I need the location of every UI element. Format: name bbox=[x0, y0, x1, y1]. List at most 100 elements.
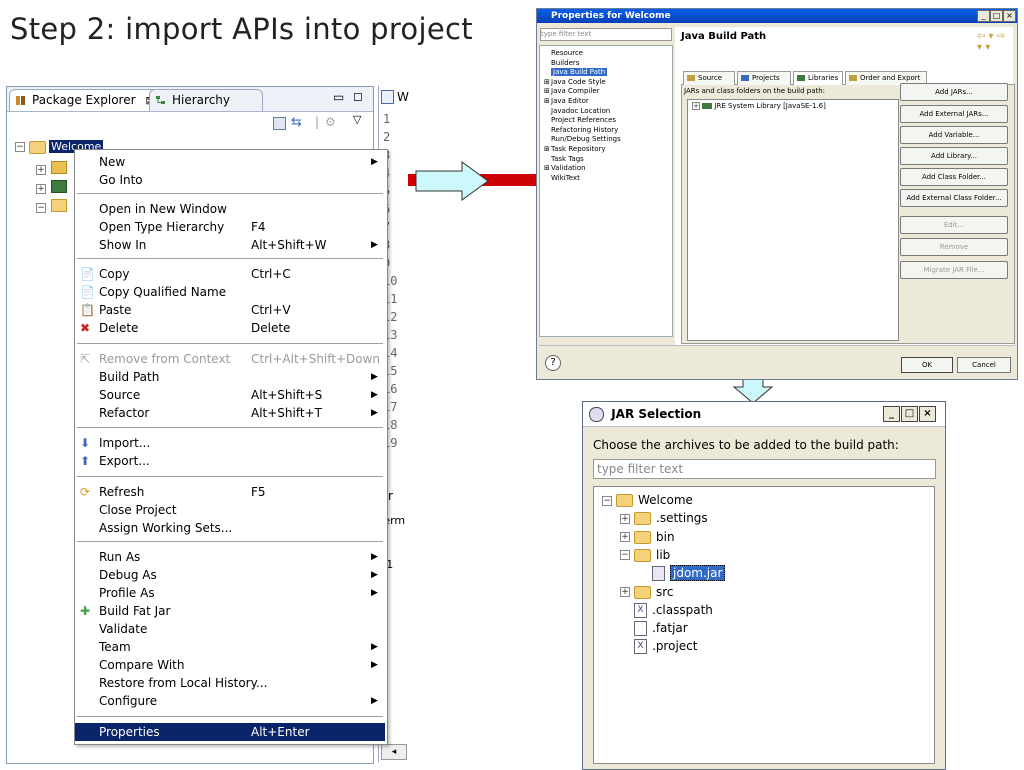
cancel-button[interactable]: Cancel bbox=[957, 357, 1011, 373]
menu-item-delete[interactable]: ✖ Delete Delete bbox=[75, 319, 385, 337]
build-path-list[interactable]: + JRE System Library [JavaSE-1.6] bbox=[687, 99, 899, 341]
ok-button[interactable]: OK bbox=[901, 357, 953, 373]
nav-item[interactable]: WikiText bbox=[544, 174, 580, 183]
expand-icon[interactable]: + bbox=[36, 163, 46, 176]
view-menu-icon[interactable]: ▽ bbox=[353, 113, 361, 126]
menu-item-go-into[interactable]: Go Into bbox=[75, 171, 385, 189]
menu-item-copy-qualified-name[interactable]: 📄 Copy Qualified Name bbox=[75, 283, 385, 301]
jar-tree-item-lib[interactable]: − lib bbox=[620, 546, 670, 564]
menu-item-profile-as[interactable]: Profile As ▶ bbox=[75, 584, 385, 602]
menu-item-build-path[interactable]: Build Path ▶ bbox=[75, 368, 385, 386]
jar-tree-item-src[interactable]: + src bbox=[620, 583, 674, 601]
tab-package-explorer[interactable]: Package Explorer ⊠ bbox=[9, 89, 161, 111]
nav-item[interactable]: Java Build Path bbox=[544, 68, 608, 77]
expand-icon[interactable]: ⊞ bbox=[544, 164, 551, 173]
menu-item-remove-from-context[interactable]: ⇱ Remove from Context Ctrl+Alt+Shift+Down bbox=[75, 350, 385, 368]
collapse-icon[interactable]: − bbox=[15, 142, 25, 152]
expand-icon[interactable]: + bbox=[620, 587, 630, 597]
jar-tree-item-jdom-jar[interactable]: jdom.jar bbox=[638, 564, 726, 582]
nav-item[interactable]: Task Tags bbox=[544, 155, 584, 164]
focus-task-icon[interactable]: ⚙ bbox=[325, 115, 336, 129]
nav-item[interactable]: Resource bbox=[544, 49, 583, 58]
nav-item[interactable]: Run/Debug Settings bbox=[544, 135, 621, 144]
menu-item-copy[interactable]: 📄 Copy Ctrl+C bbox=[75, 265, 385, 283]
collapse-icon[interactable]: − bbox=[36, 201, 46, 214]
expand-icon[interactable]: + bbox=[620, 532, 630, 543]
maximize-icon[interactable]: □ bbox=[990, 10, 1003, 22]
add-class-folder-button[interactable]: Add Class Folder... bbox=[900, 168, 1008, 186]
menu-item-close-project[interactable]: Close Project bbox=[75, 501, 385, 519]
expand-icon[interactable]: ⊞ bbox=[544, 97, 551, 106]
menu-item-restore-from-local-history[interactable]: Restore from Local History... bbox=[75, 674, 385, 692]
link-with-editor-icon[interactable]: ⇆ bbox=[291, 115, 302, 130]
menu-item-refactor[interactable]: Refactor Alt+Shift+T ▶ bbox=[75, 404, 385, 422]
menu-item-export[interactable]: ⬆ Export... bbox=[75, 452, 385, 470]
add-external-jars-button[interactable]: Add External JARs... bbox=[900, 105, 1008, 123]
menu-item-import[interactable]: ⬇ Import... bbox=[75, 434, 385, 452]
help-icon[interactable]: ? bbox=[545, 355, 561, 371]
menu-item-source[interactable]: Source Alt+Shift+S ▶ bbox=[75, 386, 385, 404]
nav-item[interactable]: ⊞Java Editor bbox=[544, 97, 589, 106]
add-variable-button[interactable]: Add Variable... bbox=[900, 126, 1008, 144]
scroll-left-button[interactable]: ◂ bbox=[381, 744, 407, 760]
editor-tab-label[interactable]: W bbox=[397, 90, 409, 104]
add-library-button[interactable]: Add Library... bbox=[900, 147, 1008, 165]
properties-filter-input[interactable]: type filter text bbox=[540, 28, 672, 41]
expand-icon[interactable]: ⊞ bbox=[544, 145, 551, 154]
menu-item-run-as[interactable]: Run As ▶ bbox=[75, 548, 385, 566]
jar-tree[interactable]: − Welcome + .settings + bin − lib jdom.jar + src X.… bbox=[593, 486, 935, 764]
nav-item[interactable]: ⊞Java Code Style bbox=[544, 78, 606, 87]
menu-item-open-type-hierarchy[interactable]: Open Type Hierarchy F4 bbox=[75, 218, 385, 236]
collapse-icon[interactable]: − bbox=[620, 550, 630, 561]
minimize-icon[interactable]: _ bbox=[883, 406, 900, 422]
tab-projects[interactable]: Projects bbox=[737, 71, 791, 85]
remove-button[interactable]: Remove bbox=[900, 238, 1008, 256]
menu-item-show-in[interactable]: Show In Alt+Shift+W ▶ bbox=[75, 236, 385, 254]
expand-icon[interactable]: + bbox=[36, 182, 46, 195]
menu-item-open-in-new-window[interactable]: Open in New Window bbox=[75, 200, 385, 218]
menu-item-new[interactable]: New ▶ bbox=[75, 153, 385, 171]
nav-item[interactable]: ⊞Java Compiler bbox=[544, 87, 600, 96]
close-icon[interactable]: × bbox=[919, 406, 936, 422]
maximize-view-icon[interactable]: ◻ bbox=[353, 89, 363, 103]
nav-item[interactable]: Builders bbox=[544, 59, 579, 68]
edit-button[interactable]: Edit... bbox=[900, 216, 1008, 234]
jar-filter-input[interactable]: type filter text bbox=[593, 459, 936, 479]
menu-item-properties[interactable]: Properties Alt+Enter bbox=[75, 723, 385, 741]
menu-item-team[interactable]: Team ▶ bbox=[75, 638, 385, 656]
nav-back-forward-icon[interactable]: ⇦ ▾ ⇨ ▾ ▾ bbox=[977, 31, 1013, 53]
tab-hierarchy[interactable]: Hierarchy bbox=[149, 89, 263, 111]
jar-tree-item-classpath[interactable]: X .classpath bbox=[620, 601, 713, 619]
nav-item[interactable]: ⊞Task Repository bbox=[544, 145, 606, 154]
tab-source[interactable]: Source bbox=[683, 71, 735, 85]
build-path-entry[interactable]: + JRE System Library [JavaSE-1.6] bbox=[692, 102, 826, 110]
menu-item-compare-with[interactable]: Compare With ▶ bbox=[75, 656, 385, 674]
maximize-icon[interactable]: □ bbox=[901, 406, 918, 422]
jar-tree-item-project[interactable]: X .project bbox=[620, 637, 697, 655]
jar-tree-item-settings[interactable]: + .settings bbox=[620, 509, 708, 527]
minimize-icon[interactable]: _ bbox=[977, 10, 990, 22]
close-icon[interactable]: × bbox=[1003, 10, 1016, 22]
jar-tree-item-bin[interactable]: + bin bbox=[620, 528, 675, 546]
add-external-class-folder-button[interactable]: Add External Class Folder... bbox=[900, 189, 1008, 207]
menu-item-configure[interactable]: Configure ▶ bbox=[75, 692, 385, 710]
add-jars-button[interactable]: Add JARs... bbox=[900, 83, 1008, 101]
menu-item-build-fat-jar[interactable]: ✚ Build Fat Jar bbox=[75, 602, 385, 620]
nav-item[interactable]: Refactoring History bbox=[544, 126, 618, 135]
nav-item[interactable]: Project References bbox=[544, 116, 616, 125]
expand-icon[interactable]: + bbox=[620, 513, 630, 524]
nav-item[interactable]: Javadoc Location bbox=[544, 107, 610, 116]
nav-item[interactable]: ⊞Validation bbox=[544, 164, 586, 173]
expand-icon[interactable]: + bbox=[692, 102, 700, 110]
menu-item-refresh[interactable]: ⟳ Refresh F5 bbox=[75, 483, 385, 501]
collapse-all-icon[interactable] bbox=[273, 117, 286, 130]
jar-tree-item-welcome[interactable]: − Welcome bbox=[602, 491, 693, 509]
menu-item-validate[interactable]: Validate bbox=[75, 620, 385, 638]
minimize-view-icon[interactable]: ▭ bbox=[333, 90, 344, 104]
menu-item-debug-as[interactable]: Debug As ▶ bbox=[75, 566, 385, 584]
expand-icon[interactable]: ⊞ bbox=[544, 78, 551, 87]
expand-icon[interactable]: ⊞ bbox=[544, 87, 551, 96]
menu-item-paste[interactable]: 📋 Paste Ctrl+V bbox=[75, 301, 385, 319]
jar-tree-item-fatjar[interactable]: .fatjar bbox=[620, 619, 688, 637]
collapse-icon[interactable]: − bbox=[602, 495, 612, 506]
